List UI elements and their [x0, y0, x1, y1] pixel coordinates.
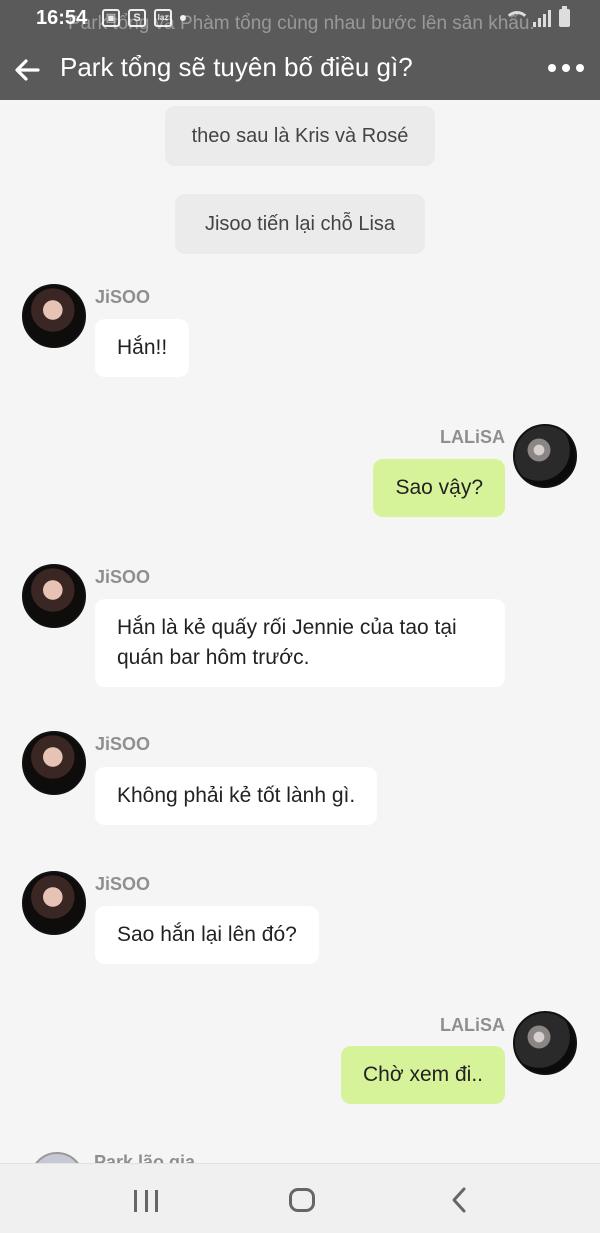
back-button[interactable] [8, 50, 48, 90]
battery-icon [559, 6, 570, 27]
status-time: 16:54 [36, 7, 88, 29]
narration-bubble: Jisoo tiến lại chỗ Lisa [175, 194, 425, 254]
more-dot-icon [548, 64, 556, 72]
message-bubble: Sao hắn lại lên đó? [95, 906, 319, 964]
home-button[interactable] [289, 1188, 315, 1212]
notification-icons: ▣ S laz [102, 9, 186, 27]
nav-back-button[interactable] [448, 1186, 472, 1214]
gallery-icon: ▣ [102, 9, 120, 27]
avatar-jisoo[interactable] [22, 731, 86, 795]
more-dot-icon [562, 64, 570, 72]
shopee-icon: S [128, 9, 146, 27]
signal-icon [533, 9, 551, 27]
message-bubble: Hắn là kẻ quấy rối Jennie của tao tại qu… [95, 599, 505, 687]
more-dot-icon [576, 64, 584, 72]
message-bubble: Sao vậy? [373, 459, 505, 517]
avatar-lalisa[interactable] [513, 1011, 577, 1075]
arrow-left-icon [15, 59, 40, 81]
more-options-button[interactable] [546, 56, 586, 80]
avatar-lalisa[interactable] [513, 424, 577, 488]
avatar-jisoo[interactable] [22, 284, 86, 348]
lazada-icon: laz [154, 9, 172, 27]
recent-apps-button[interactable] [134, 1190, 158, 1212]
avatar-jisoo[interactable] [22, 564, 86, 628]
system-icons [503, 6, 570, 27]
message-bubble: Không phải kẻ tốt lành gì. [95, 767, 378, 825]
app-bar: Park tổng sẽ tuyên bố điều gì? [0, 40, 600, 100]
sender-name: LALiSA [440, 1015, 505, 1035]
recent-apps-icon [134, 1190, 137, 1212]
sender-name: JiSOO [95, 874, 151, 894]
sender-name: LALiSA [440, 427, 505, 447]
message-bubble: Hắn!! [95, 319, 190, 377]
message-bubble: Chờ xem đi.. [341, 1046, 505, 1104]
dot-icon [180, 15, 186, 21]
wifi-icon [503, 9, 530, 27]
sender-name: JiSOO [95, 567, 151, 587]
status-bar: 16:54 ▣ S laz [0, 0, 600, 40]
page-title: Park tổng sẽ tuyên bố điều gì? [60, 52, 413, 82]
navigation-bar [0, 1163, 600, 1233]
sender-name: JiSOO [95, 734, 151, 754]
sender-name: JiSOO [95, 287, 151, 307]
avatar-jisoo[interactable] [22, 871, 86, 935]
narration-bubble: theo sau là Kris và Rosé [165, 106, 435, 166]
